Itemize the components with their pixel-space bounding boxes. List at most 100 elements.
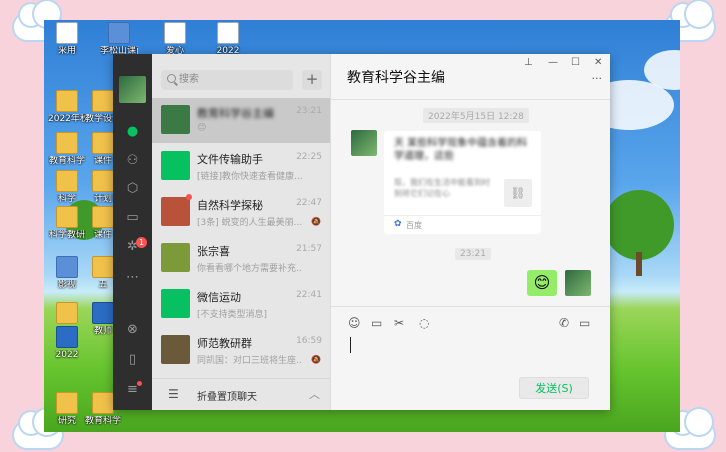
desktop-icon[interactable]: 影视 [48, 256, 86, 290]
desktop-icon[interactable]: 2022 [209, 22, 247, 56]
desktop-icon-label: 教育科学 [48, 156, 85, 166]
fold-pinned-chats[interactable]: ☰ 折叠置顶聊天 ︿ [152, 378, 330, 410]
folder-icon [92, 206, 114, 228]
phone-icon[interactable]: ▯ [125, 352, 140, 367]
moments-badge: 1 [136, 237, 147, 248]
card-divider [384, 215, 541, 216]
minimize-icon[interactable]: — [548, 57, 558, 68]
add-chat-button[interactable]: + [302, 70, 322, 90]
folder-icon [56, 206, 78, 228]
chat-preview: 😊 [197, 123, 207, 133]
chat-bubble-icon[interactable]: ◌ [419, 316, 429, 330]
chat-avatar [161, 197, 190, 226]
desktop-icon-label: 2022年秋季 [48, 114, 86, 124]
mute-icon: 🔕 [311, 217, 321, 226]
unread-dot [186, 194, 192, 200]
close-icon[interactable]: ✕ [594, 57, 602, 68]
chat-preview: [链接]教你快速查看健康... [197, 172, 302, 182]
chat-preview: 同凯国：对口三班将生座... [197, 356, 302, 366]
folder-icon [92, 90, 114, 112]
contact-avatar[interactable] [351, 130, 377, 156]
more-icon[interactable]: ⋯ [125, 270, 140, 285]
contacts-icon[interactable]: ⚇ [125, 153, 140, 168]
card-source: 百度 [406, 221, 422, 230]
folder-icon [56, 392, 78, 414]
emoji-message[interactable]: 😊 [527, 270, 557, 296]
baidu-icon: ✿ [394, 219, 402, 229]
send-button[interactable]: 发送(S) [519, 377, 589, 399]
chat-avatar [161, 289, 190, 318]
chat-avatar [161, 243, 190, 272]
desktop-icon[interactable]: 2022年秋季 [48, 90, 86, 124]
search-input[interactable]: 搜索 [161, 70, 293, 90]
doc-icon [164, 22, 186, 44]
search-icon [167, 74, 176, 83]
chat-preview: [不支持类型消息] [197, 310, 268, 320]
chat-time: 21:57 [296, 244, 322, 254]
img-icon [56, 256, 78, 278]
link-card-message[interactable]: 天 某些科学现象中蕴含着的科学道理，这些 现，我们在生活中能看到时刻将它们记在心… [384, 131, 541, 234]
chat-time: 22:25 [296, 152, 322, 162]
chat-list-panel: 搜索 + 教育科学谷主编 23:21 😊 文件传输助手 22:25 [链接]教你快速查看健… [152, 54, 330, 410]
desktop-icon[interactable]: 研究 [48, 392, 86, 426]
chat-name: 张宗喜 [197, 245, 230, 258]
chat-list-item[interactable]: 微信运动 22:41 [不支持类型消息] [152, 282, 330, 327]
folder-icon [56, 302, 78, 324]
desktop-icon[interactable]: 科学教研 [48, 206, 86, 240]
folder-icon [92, 256, 114, 278]
desktop-icon-label: 影视 [57, 280, 76, 290]
desktop-icon[interactable]: 2022 [48, 326, 86, 360]
doc-icon [56, 22, 78, 44]
chat-avatar [161, 335, 190, 364]
folder-icon[interactable]: ▭ [371, 316, 382, 330]
chat-name: 教育科学谷主编 [197, 107, 274, 120]
self-avatar[interactable] [565, 270, 591, 296]
my-avatar[interactable] [119, 76, 146, 103]
chat-list-item[interactable]: 文件传输助手 22:25 [链接]教你快速查看健康... [152, 144, 330, 189]
desktop-icon[interactable]: 爱心 [156, 22, 194, 56]
wallpaper-trunk [636, 252, 642, 276]
menu-red-dot [137, 381, 142, 386]
word-icon [56, 326, 78, 348]
search-placeholder: 搜索 [179, 74, 199, 85]
phone-call-icon[interactable]: ✆ [559, 316, 569, 330]
chat-name: 文件传输助手 [197, 153, 263, 166]
desktop-icon-label: 研究 [57, 416, 76, 426]
link-icon: ⛓ [504, 179, 532, 207]
toolbar-divider [331, 306, 610, 307]
chat-list-item[interactable]: 教育科学谷主编 23:21 😊 [152, 98, 330, 143]
nav-sidebar: ● ⚇ ⬡ ▭ ✲ 1 ⋯ ⊗ ▯ ≡ [113, 54, 152, 410]
miniprogram-icon[interactable]: ⊗ [125, 322, 140, 337]
emoji-icon[interactable]: ☺ [348, 316, 361, 330]
doc-icon [217, 22, 239, 44]
desktop-icon[interactable]: 科学 [48, 170, 86, 204]
chat-more-icon[interactable]: ··· [592, 72, 603, 85]
folder-icon [56, 170, 78, 192]
pin-icon[interactable]: ⊥ [524, 57, 533, 68]
folder-icon [56, 132, 78, 154]
desktop-icon[interactable]: 采用 [48, 22, 86, 56]
favorites-icon[interactable]: ⬡ [125, 181, 140, 196]
list-icon: ☰ [168, 387, 179, 401]
message-input[interactable] [350, 337, 351, 353]
desktop-icon[interactable]: 教育科学 [48, 132, 86, 166]
folder-icon [92, 392, 114, 414]
chat-list-item[interactable]: 张宗喜 21:57 你看看哪个地方需要补充... [152, 236, 330, 281]
desktop-icon-label: 科学教研 [48, 230, 85, 240]
chat-avatar [161, 151, 190, 180]
chat-icon[interactable]: ● [125, 124, 140, 139]
folder-icon[interactable]: ▭ [125, 210, 140, 225]
maximize-icon[interactable]: ☐ [571, 57, 580, 68]
folder-icon [56, 90, 78, 112]
desktop-icon-label: 科学 [57, 194, 76, 204]
chat-time: 22:41 [296, 290, 322, 300]
desktop-icon-label: 教育科学 [84, 416, 121, 426]
chat-pane: 教育科学谷主编 ⊥ — ☐ ✕ ··· 2022年5月15日 12:28 天 某… [330, 54, 610, 410]
scissors-icon[interactable]: ✂ [394, 316, 404, 330]
desktop-icon[interactable]: 李松山课前五 [100, 22, 138, 56]
video-call-icon[interactable]: ▭ [579, 316, 590, 330]
wechat-window: ● ⚇ ⬡ ▭ ✲ 1 ⋯ ⊗ ▯ ≡ 搜索 + 教育科学谷主编 23:21 😊 文件… [113, 54, 610, 410]
chat-list-item[interactable]: 师范教研群 16:59 同凯国：对口三班将生座... 🔕 [152, 328, 330, 373]
chat-list-item[interactable]: 自然科学探秘 22:47 [3条] 蜕变的人生最美丽... 🔕 [152, 190, 330, 235]
chat-time: 16:59 [296, 336, 322, 346]
